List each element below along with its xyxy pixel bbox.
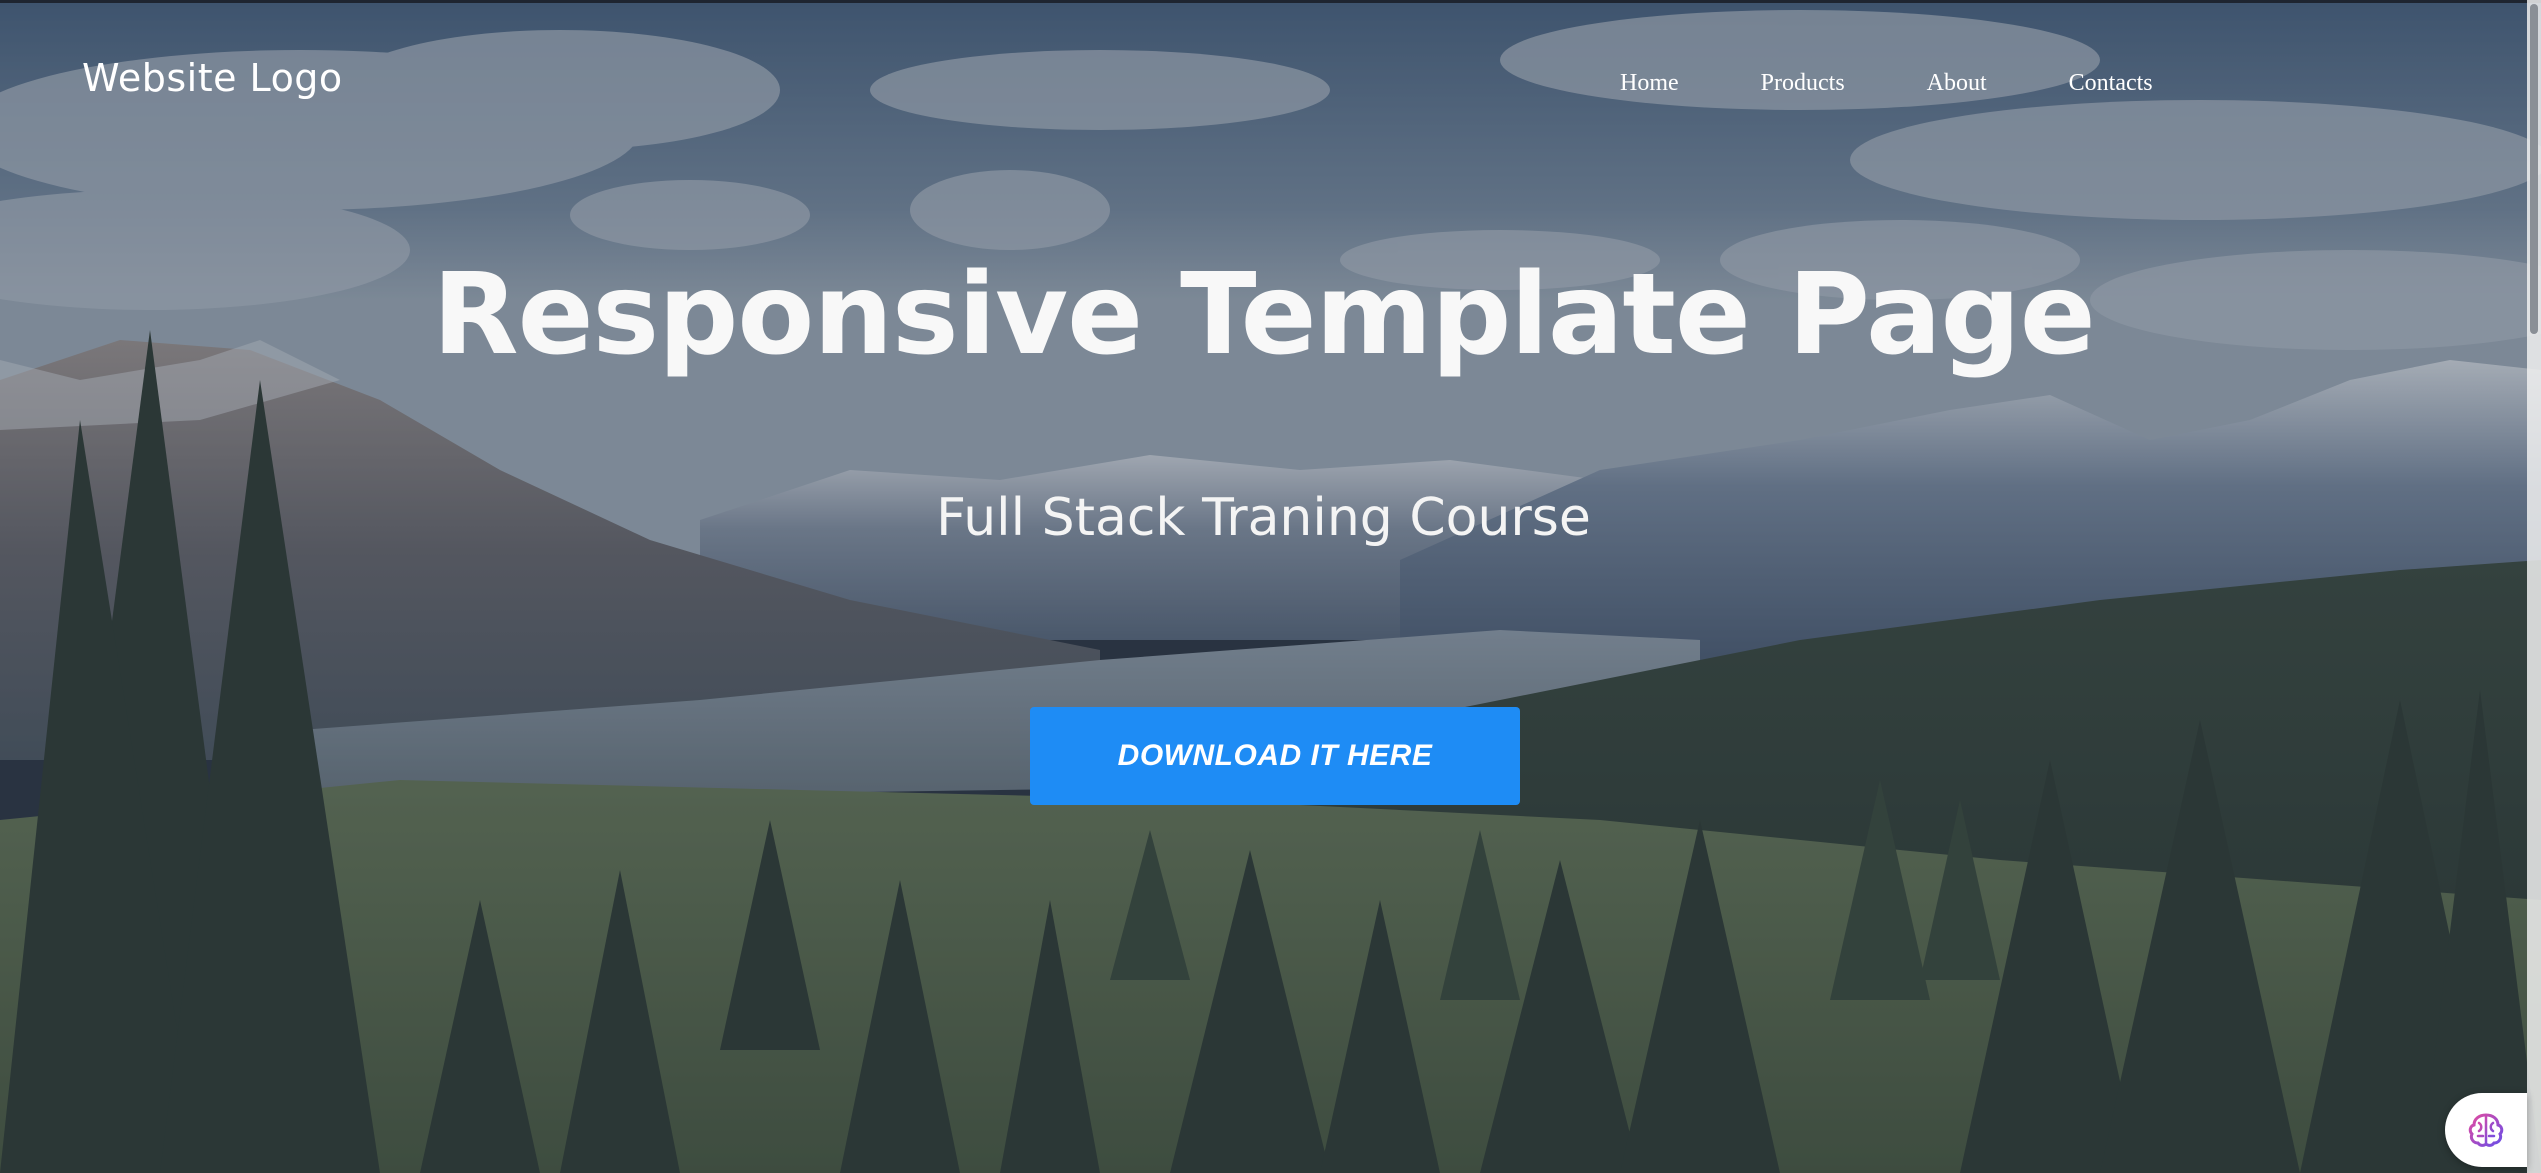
main-nav: Home Products About Contacts <box>1620 70 2153 97</box>
vertical-scrollbar[interactable] <box>2527 0 2541 1173</box>
window-top-border <box>0 0 2541 3</box>
website-logo[interactable]: Website Logo <box>82 56 343 100</box>
nav-products-link[interactable]: Products <box>1761 70 1845 97</box>
floating-assistant-button[interactable] <box>2445 1093 2527 1167</box>
download-button[interactable]: DOWNLOAD IT HERE <box>1030 707 1520 805</box>
brain-icon <box>2468 1113 2504 1147</box>
hero-overlay <box>0 0 2541 1173</box>
page: Website Logo Home Products About Contact… <box>0 0 2541 1173</box>
hero-title: Responsive Template Page <box>432 250 2095 380</box>
nav-contacts-link[interactable]: Contacts <box>2069 70 2153 97</box>
nav-about-link[interactable]: About <box>1927 70 1987 97</box>
scrollbar-thumb[interactable] <box>2530 4 2538 334</box>
nav-home-link[interactable]: Home <box>1620 70 1679 97</box>
hero-subtitle: Full Stack Traning Course <box>936 488 1591 548</box>
